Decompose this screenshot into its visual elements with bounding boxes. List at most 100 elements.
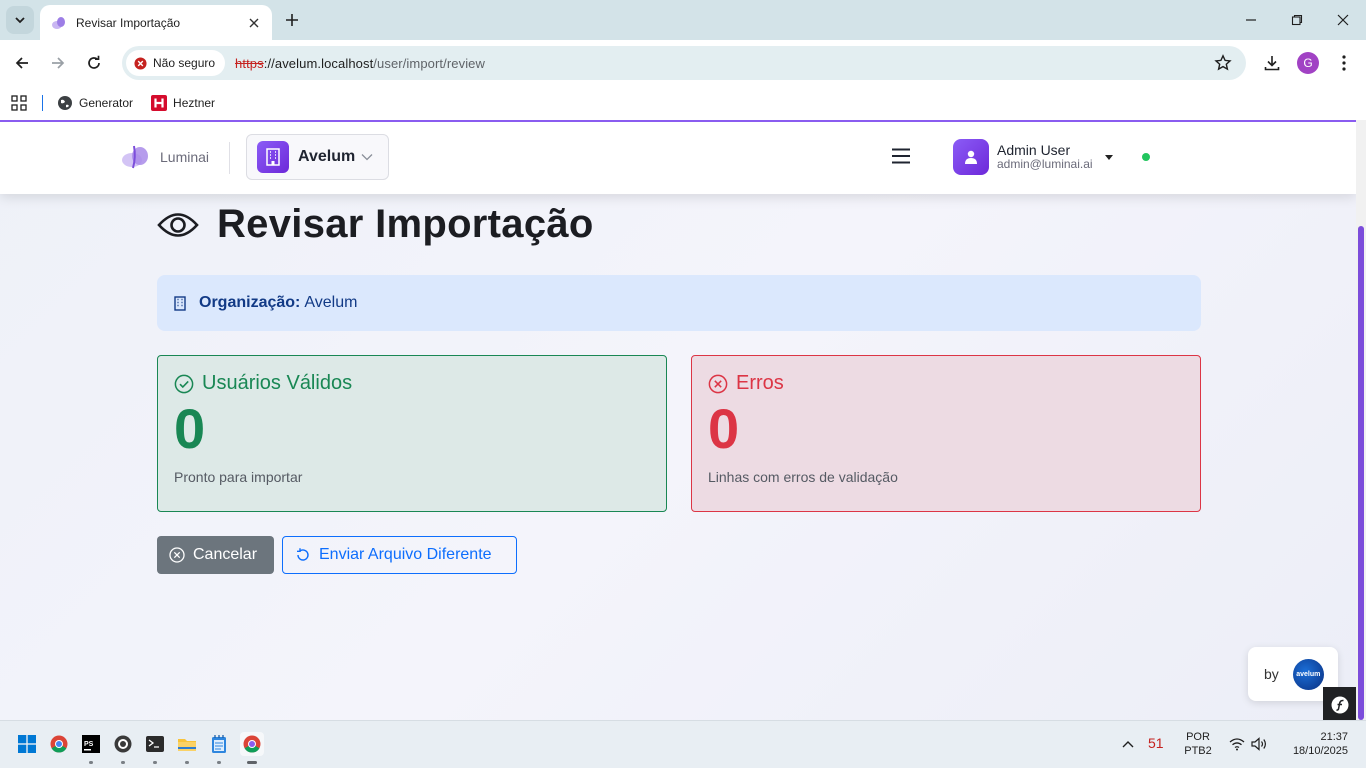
security-label: Não seguro: [153, 56, 216, 70]
chevron-down-icon: [15, 17, 25, 24]
brand-name: Luminai: [160, 149, 210, 165]
chevron-down-icon: [361, 154, 373, 161]
bookmarks-bar: Generator Heztner: [0, 86, 1366, 120]
page-title: Revisar Importação: [217, 202, 594, 246]
eye-icon: [157, 212, 199, 237]
header-divider: [229, 142, 230, 174]
tab-search-button[interactable]: [6, 6, 34, 34]
profile-avatar[interactable]: G: [1297, 52, 1319, 74]
web-page: Luminai Avelum Admin User admin@luminai.…: [0, 120, 1356, 720]
taskbar-chrome-active[interactable]: [240, 732, 264, 756]
caret-down-icon: [1104, 154, 1113, 160]
upload-different-file-label: Enviar Arquivo Diferente: [319, 546, 492, 563]
taskbar-file-explorer[interactable]: [176, 733, 198, 755]
avelum-logo: avelum: [1292, 658, 1324, 690]
url-path: /user/import/review: [373, 55, 486, 71]
bookmark-heztner[interactable]: Heztner: [151, 95, 215, 111]
back-button[interactable]: [10, 51, 34, 75]
refresh-icon: [297, 548, 309, 561]
tab-close-button[interactable]: [246, 15, 262, 31]
errors-card: Erros 0 Linhas com erros de validação: [691, 355, 1201, 512]
restore-button[interactable]: [1285, 8, 1309, 32]
taskbar-github-desktop[interactable]: [112, 733, 134, 755]
symfony-icon: [1331, 696, 1348, 713]
building-icon: [257, 141, 289, 173]
user-icon: [965, 150, 977, 164]
clock-time: 21:37: [1320, 731, 1348, 743]
taskbar-terminal[interactable]: [144, 733, 166, 755]
downloads-button[interactable]: [1260, 51, 1284, 75]
brand-logo[interactable]: Luminai: [120, 144, 209, 170]
phpstorm-icon: PS: [82, 735, 100, 753]
page-scrollbar-thumb[interactable]: [1358, 226, 1364, 720]
volume-control[interactable]: [1249, 733, 1271, 755]
forward-button[interactable]: [46, 51, 70, 75]
user-menu[interactable]: Admin User admin@luminai.ai: [953, 139, 1113, 175]
valid-users-title: Usuários Válidos: [202, 372, 353, 394]
user-name: Admin User: [997, 142, 1071, 158]
cancel-button[interactable]: Cancelar: [157, 536, 274, 574]
notepad-icon: [212, 735, 226, 753]
taskbar-phpstorm[interactable]: PS: [80, 733, 102, 755]
cancel-button-label: Cancelar: [193, 546, 258, 563]
errors-title: Erros: [736, 372, 784, 394]
reload-button[interactable]: [82, 51, 106, 75]
bookmark-label: Heztner: [173, 96, 216, 110]
user-avatar: [953, 139, 989, 175]
org-switcher-label: Avelum: [298, 148, 356, 165]
taskbar-notepad[interactable]: [208, 733, 230, 755]
download-icon: [1264, 56, 1280, 71]
new-tab-button[interactable]: [282, 10, 302, 30]
upload-different-file-button[interactable]: Enviar Arquivo Diferente: [282, 536, 517, 574]
valid-users-subtitle: Pronto para importar: [174, 469, 303, 485]
taskbar-chrome[interactable]: [48, 733, 70, 755]
start-button[interactable]: [16, 733, 38, 755]
close-icon: [249, 18, 259, 27]
x-circle-icon: [169, 547, 185, 563]
errors-subtitle: Linhas com erros de validação: [708, 469, 898, 485]
bookmark-generator[interactable]: Generator: [57, 95, 133, 111]
speaker-icon: [1251, 737, 1266, 751]
bookmark-star-icon[interactable]: [1214, 54, 1232, 72]
restore-icon: [1291, 14, 1303, 26]
reload-icon: [88, 55, 100, 69]
running-indicator: [121, 761, 125, 764]
arrow-left-icon: [15, 57, 28, 69]
browser-tab-active[interactable]: Revisar Importação: [40, 5, 272, 40]
close-window-button[interactable]: [1331, 8, 1355, 32]
clock[interactable]: 21:37 18/10/2025: [1280, 730, 1348, 758]
valid-users-count: 0: [174, 397, 206, 460]
wifi-status[interactable]: [1226, 733, 1248, 755]
browser-menu-button[interactable]: [1332, 51, 1356, 75]
org-switcher[interactable]: Avelum: [246, 134, 389, 180]
input-language[interactable]: POR PTB2: [1182, 730, 1214, 758]
minimize-button[interactable]: [1239, 8, 1263, 32]
globe-icon: [58, 96, 72, 110]
address-bar[interactable]: Não seguro https://avelum.localhost/user…: [122, 46, 1246, 80]
tab-title: Revisar Importação: [76, 15, 181, 30]
language-code: POR: [1186, 731, 1210, 743]
url-text[interactable]: https://avelum.localhost/user/import/rev…: [235, 56, 485, 71]
running-indicator: [217, 761, 221, 764]
luminai-logo-icon: [122, 145, 148, 169]
errors-count: 0: [708, 397, 740, 460]
apps-grid-icon[interactable]: [11, 95, 27, 111]
windows-taskbar: PS 51 POR PTB2 21:37 18/10/2025: [0, 720, 1366, 768]
security-chip[interactable]: Não seguro: [126, 50, 226, 76]
plus-icon: [286, 14, 298, 26]
running-indicator: [89, 761, 93, 764]
show-hidden-icons-button[interactable]: [1117, 733, 1139, 755]
chrome-icon: [50, 735, 68, 753]
arrow-right-icon: [52, 57, 65, 69]
tray-badge-count[interactable]: 51: [1148, 736, 1164, 750]
windows-logo-icon: [18, 735, 36, 753]
organization-value: Avelum: [304, 294, 358, 311]
tab-strip: Revisar Importação: [0, 0, 1366, 40]
url-host: ://avelum.localhost: [263, 55, 374, 71]
folder-icon: [178, 739, 196, 751]
symfony-toolbar-toggle[interactable]: [1323, 687, 1356, 720]
hetzner-icon: [151, 95, 168, 111]
hamburger-menu-icon[interactable]: [890, 147, 912, 165]
x-circle-icon: [708, 374, 728, 393]
wifi-icon: [1229, 738, 1245, 751]
